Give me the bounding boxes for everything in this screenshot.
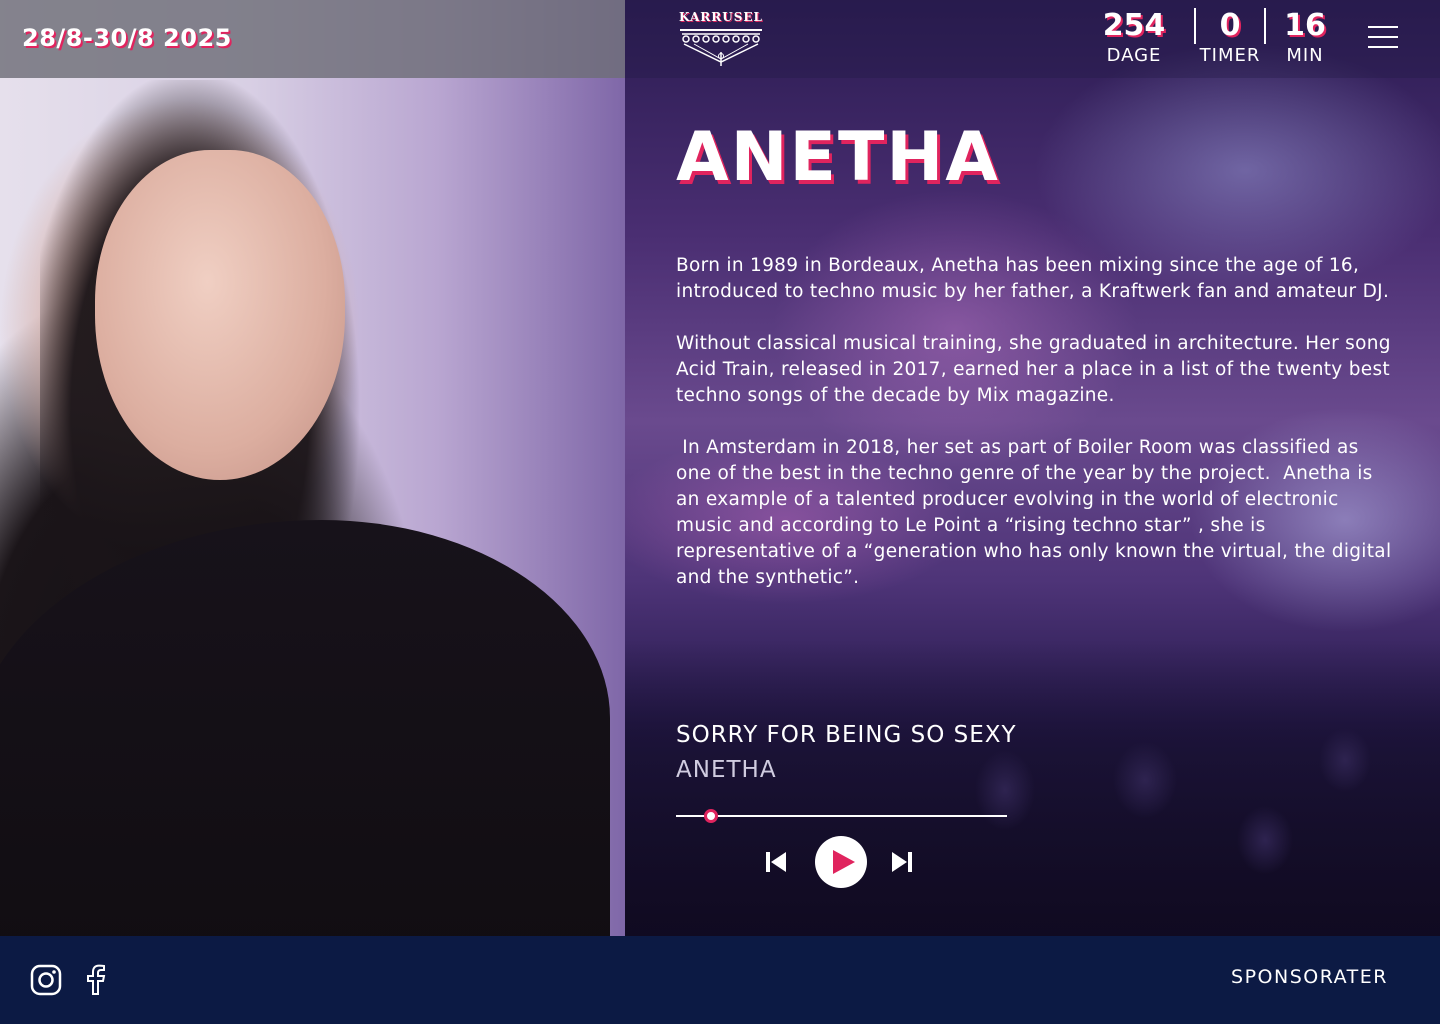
play-icon [833,850,855,874]
track-artist: ANETHA [676,757,777,783]
bio-paragraph: Born in 1989 in Bordeaux, Anetha has bee… [676,255,1390,302]
countdown-hours-label: TIMER [1199,45,1261,66]
festival-dates: 28/8-30/8 2025 [22,24,232,52]
logo-text: KARRUSEL [679,10,763,24]
sponsor-link[interactable]: SPONSORATER [1231,966,1388,988]
track-progress-bar[interactable] [676,809,1007,823]
play-button[interactable] [815,836,867,888]
countdown-days: 254 DAGE [1096,8,1172,78]
track-title: SORRY FOR BEING SO SEXY [676,722,1017,748]
skip-next-icon[interactable] [890,850,914,878]
player-controls [760,836,930,890]
artist-photo [0,0,625,936]
karrusel-logo[interactable]: KARRUSEL [676,10,766,66]
footer: SPONSORATER [0,936,1440,1024]
carousel-icon [680,29,762,66]
instagram-icon[interactable] [30,964,62,1000]
facebook-icon[interactable] [84,964,108,1000]
bio-paragraph: Without classical musical training, she … [676,333,1391,406]
countdown-days-label: DAGE [1106,45,1162,66]
header: 28/8-30/8 2025 KARRUSEL 254 DAGE 0 TIMER [0,0,1440,78]
bio-paragraph: In Amsterdam in 2018, her set as part of… [676,437,1398,588]
artist-name: ANETHA [676,118,1000,197]
countdown-hours-value: 0 [1219,8,1241,43]
skip-previous-icon[interactable] [764,850,788,878]
countdown-minutes-label: MIN [1286,45,1324,66]
hamburger-icon[interactable] [1368,26,1398,50]
artist-photo-body [0,520,610,936]
countdown-hours: 0 TIMER [1196,8,1264,78]
countdown-minutes: 16 MIN [1266,8,1344,78]
countdown-minutes-value: 16 [1284,8,1326,43]
artist-photo-face [95,150,345,480]
concert-crowd [625,640,1440,936]
countdown-days-value: 254 [1102,8,1166,43]
artist-bio: Born in 1989 in Bordeaux, Anetha has bee… [676,253,1396,617]
countdown: 254 DAGE 0 TIMER 16 MIN [1096,8,1344,78]
progress-knob[interactable] [703,809,718,823]
